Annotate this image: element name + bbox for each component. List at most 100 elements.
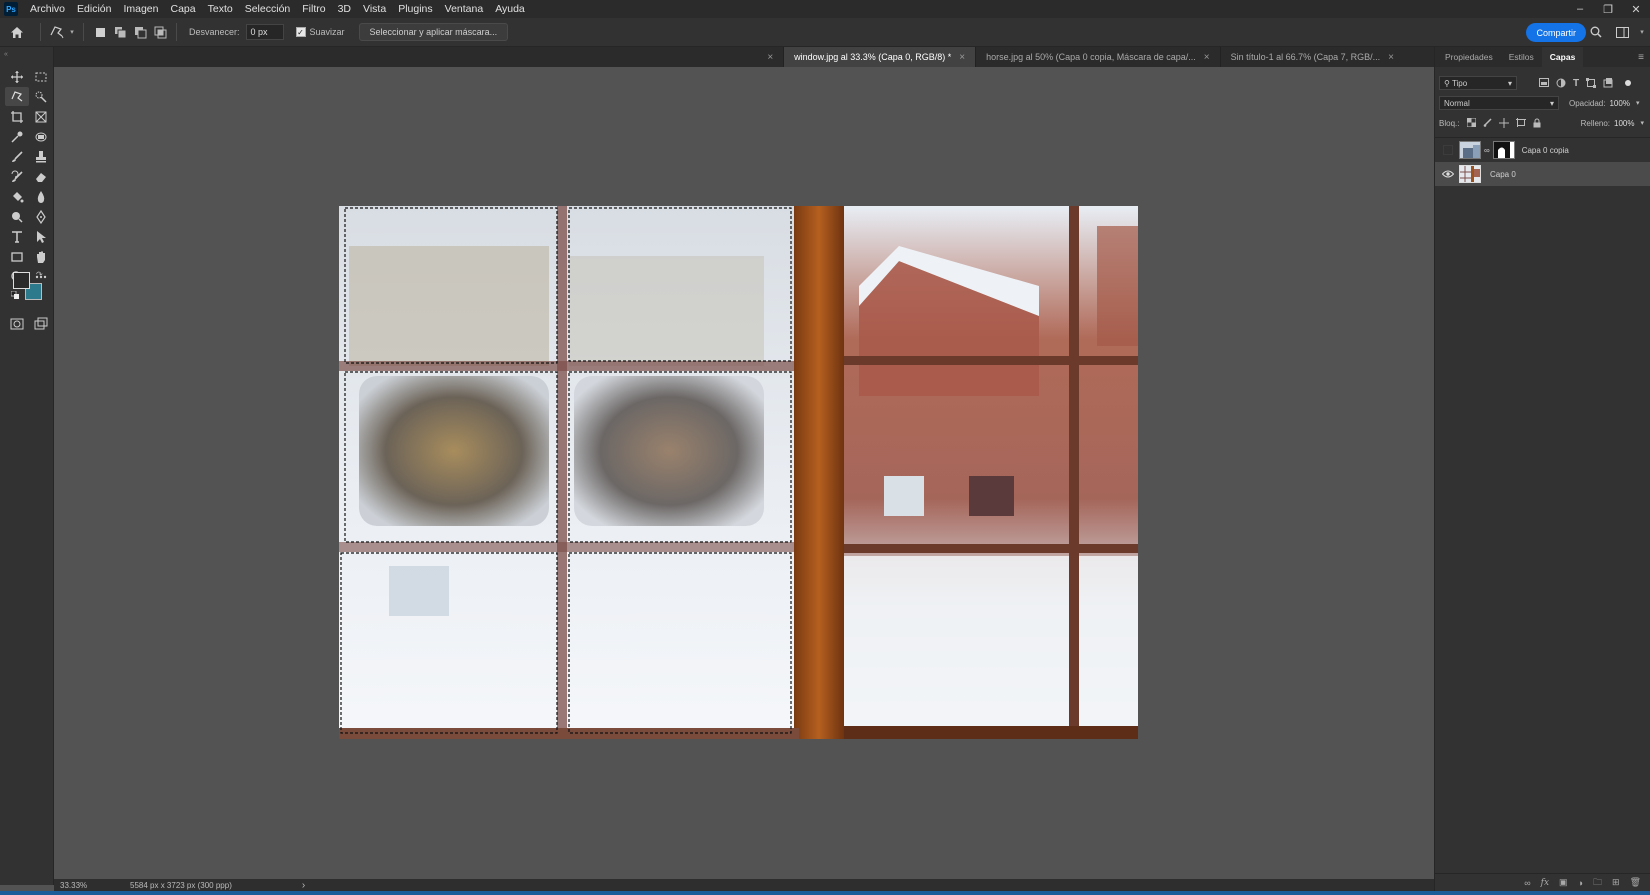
path-selection-tool-icon[interactable] bbox=[29, 227, 53, 246]
subtract-from-selection-icon[interactable] bbox=[131, 23, 149, 41]
select-and-mask-button[interactable]: Seleccionar y aplicar máscara... bbox=[358, 23, 509, 41]
tab-close-area[interactable]: × bbox=[749, 47, 783, 67]
tab-window-jpg[interactable]: window.jpg al 33.3% (Capa 0, RGB/8) * × bbox=[783, 47, 976, 67]
home-button[interactable] bbox=[0, 18, 34, 47]
menu-capa[interactable]: Capa bbox=[165, 0, 202, 18]
feather-input[interactable]: 0 px bbox=[245, 24, 284, 40]
menu-vista[interactable]: Vista bbox=[357, 0, 392, 18]
polygonal-lasso-tool-icon[interactable] bbox=[5, 87, 29, 106]
shape-filter-icon[interactable] bbox=[1586, 77, 1597, 88]
lock-artboard-icon[interactable] bbox=[1516, 118, 1527, 127]
close-icon[interactable]: × bbox=[1388, 52, 1394, 63]
eye-icon[interactable] bbox=[1441, 168, 1455, 180]
menu-imagen[interactable]: Imagen bbox=[117, 0, 164, 18]
quick-mask-icon[interactable] bbox=[5, 314, 29, 333]
visibility-toggle-off[interactable] bbox=[1441, 144, 1455, 156]
blend-mode-select[interactable]: Normal ▾ bbox=[1439, 96, 1559, 110]
move-tool-icon[interactable] bbox=[5, 67, 29, 86]
menu-texto[interactable]: Texto bbox=[202, 0, 239, 18]
history-brush-tool-icon[interactable] bbox=[5, 167, 29, 186]
antialias-checkbox[interactable]: ✓ bbox=[295, 27, 306, 37]
tab-horse-jpg[interactable]: horse.jpg al 50% (Capa 0 copia, Máscara … bbox=[975, 47, 1219, 67]
fill-value[interactable]: 100% bbox=[1614, 119, 1634, 128]
filter-toggle-icon[interactable] bbox=[1625, 80, 1632, 86]
panel-menu-icon[interactable]: ≡ bbox=[1638, 52, 1644, 63]
lock-all-icon[interactable] bbox=[1533, 118, 1541, 128]
type-tool-icon[interactable] bbox=[5, 227, 29, 246]
menu-filtro[interactable]: Filtro bbox=[296, 0, 331, 18]
chevron-down-icon[interactable]: ▾ bbox=[1640, 119, 1644, 127]
layer-row-capa-0-copia[interactable]: ∞ Capa 0 copia bbox=[1435, 138, 1650, 162]
lock-position-icon[interactable] bbox=[1499, 118, 1510, 128]
menu-ayuda[interactable]: Ayuda bbox=[489, 0, 531, 18]
eyedropper-tool-icon[interactable] bbox=[5, 127, 29, 146]
polygonal-lasso-preset-icon[interactable] bbox=[48, 23, 66, 41]
hand-tool-icon[interactable] bbox=[29, 247, 53, 266]
paint-bucket-tool-icon[interactable] bbox=[5, 187, 29, 206]
opacity-value[interactable]: 100% bbox=[1609, 99, 1629, 108]
chevron-down-icon[interactable]: ▾ bbox=[68, 23, 76, 41]
workspace-icon[interactable] bbox=[1613, 23, 1631, 41]
tab-properties[interactable]: Propiedades bbox=[1437, 47, 1501, 67]
menu-archivo[interactable]: Archivo bbox=[24, 0, 71, 18]
link-icon[interactable]: ∞ bbox=[1484, 146, 1490, 155]
crop-tool-icon[interactable] bbox=[5, 107, 29, 126]
close-icon[interactable]: × bbox=[1204, 52, 1210, 63]
add-to-selection-icon[interactable] bbox=[111, 23, 129, 41]
collapse-toolbar-icon[interactable]: « bbox=[4, 51, 8, 58]
canvas-area[interactable] bbox=[54, 67, 1434, 879]
chevron-down-icon[interactable]: ▾ bbox=[1639, 23, 1645, 41]
new-group-icon[interactable]: 🗀 bbox=[1593, 875, 1602, 891]
search-icon[interactable] bbox=[1587, 23, 1605, 41]
rectangle-tool-icon[interactable] bbox=[5, 247, 29, 266]
swap-colors-icon[interactable]: ↷ bbox=[36, 270, 43, 279]
menu-seleccion[interactable]: Selección bbox=[239, 0, 297, 18]
tab-sin-titulo-1[interactable]: Sin título-1 al 66.7% (Capa 7, RGB/... × bbox=[1219, 47, 1404, 67]
tab-styles[interactable]: Estilos bbox=[1501, 47, 1542, 67]
smart-object-filter-icon[interactable] bbox=[1603, 77, 1613, 88]
link-layers-icon[interactable]: ∞ bbox=[1524, 878, 1530, 888]
adjustment-filter-icon[interactable] bbox=[1556, 78, 1566, 88]
chevron-down-icon[interactable]: ▾ bbox=[1636, 99, 1640, 107]
restore-icon[interactable]: ❐ bbox=[1594, 0, 1622, 18]
close-window-icon[interactable]: ✕ bbox=[1622, 0, 1650, 18]
zoom-level[interactable]: 33.33% bbox=[60, 881, 120, 890]
new-selection-icon[interactable] bbox=[91, 23, 109, 41]
layer-filter-select[interactable]: ⚲ Tipo ▾ bbox=[1439, 76, 1517, 90]
frame-tool-icon[interactable] bbox=[29, 107, 53, 126]
close-icon[interactable]: × bbox=[767, 52, 773, 63]
minimize-icon[interactable]: – bbox=[1566, 0, 1594, 18]
menu-ventana[interactable]: Ventana bbox=[439, 0, 490, 18]
fx-icon[interactable]: fx bbox=[1541, 878, 1549, 888]
menu-plugins[interactable]: Plugins bbox=[392, 0, 438, 18]
new-layer-icon[interactable]: ⊞ bbox=[1612, 877, 1620, 888]
3d-material-tool-icon[interactable] bbox=[29, 127, 53, 146]
blur-tool-icon[interactable] bbox=[29, 187, 53, 206]
delete-layer-icon[interactable]: 🗑 bbox=[1630, 877, 1641, 888]
menu-edicion[interactable]: Edición bbox=[71, 0, 117, 18]
clone-stamp-tool-icon[interactable] bbox=[29, 147, 53, 166]
foreground-color-swatch[interactable] bbox=[13, 272, 30, 289]
default-colors-icon[interactable] bbox=[10, 290, 19, 299]
brush-tool-icon[interactable] bbox=[5, 147, 29, 166]
lock-transparent-icon[interactable] bbox=[1467, 118, 1477, 127]
close-icon[interactable]: × bbox=[959, 52, 965, 63]
adjustment-layer-icon[interactable]: ◑ bbox=[1578, 878, 1583, 888]
tab-layers[interactable]: Capas bbox=[1541, 47, 1584, 67]
pixel-filter-icon[interactable] bbox=[1539, 77, 1549, 87]
status-menu-arrow[interactable]: › bbox=[302, 880, 305, 891]
screen-mode-icon[interactable] bbox=[29, 314, 53, 333]
add-mask-icon[interactable]: ▣ bbox=[1559, 877, 1568, 888]
share-button[interactable]: Compartir bbox=[1526, 23, 1586, 42]
pen-tool-icon[interactable] bbox=[29, 207, 53, 226]
layer-row-capa-0[interactable]: Capa 0 bbox=[1435, 162, 1650, 186]
marquee-tool-icon[interactable] bbox=[29, 67, 53, 86]
dodge-tool-icon[interactable] bbox=[5, 207, 29, 226]
menu-3d[interactable]: 3D bbox=[332, 0, 357, 18]
document-image[interactable] bbox=[339, 206, 1138, 739]
quick-selection-tool-icon[interactable] bbox=[29, 87, 53, 106]
lock-pixels-brush-icon[interactable] bbox=[1483, 118, 1492, 127]
eraser-tool-icon[interactable] bbox=[29, 167, 53, 186]
intersect-selection-icon[interactable] bbox=[151, 23, 169, 41]
type-filter-icon[interactable]: T bbox=[1573, 78, 1579, 89]
